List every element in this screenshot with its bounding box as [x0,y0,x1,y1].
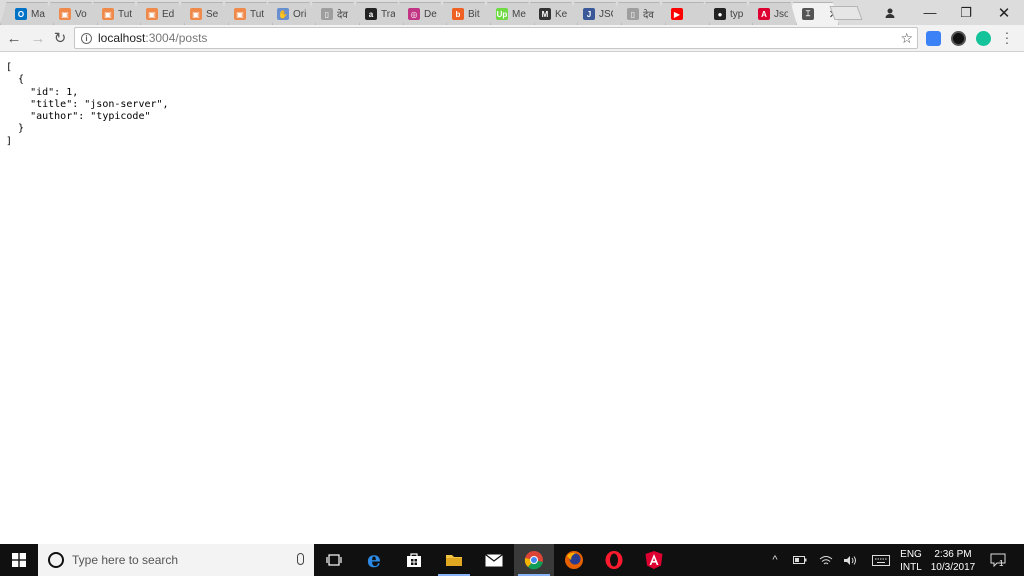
mail-icon[interactable] [474,544,514,576]
bitly-icon: b [452,8,464,20]
close-window-button[interactable]: ✕ [984,0,1024,25]
tab-title: JSO [599,8,613,20]
bookmark-star-icon[interactable]: ☆ [900,30,913,47]
forward-arrow-icon[interactable]: → [28,28,48,48]
tab-title: Tra [381,8,395,20]
extension-dark-icon[interactable] [951,31,966,46]
browser-toolbar: ← → ↻ i localhost :3004/posts ☆ · · · [0,25,1024,52]
clock[interactable]: 2:36 PM 10/3/2017 [928,548,978,574]
hand-icon: ✋ [277,8,289,20]
firefox-icon[interactable] [554,544,594,576]
notification-center-icon[interactable]: 1 [988,544,1008,576]
search-placeholder: Type here to search [72,553,179,567]
jira-icon: J [583,8,595,20]
windows-start-icon[interactable] [0,544,38,576]
upwork-icon: Up [496,8,508,20]
browser-tab[interactable]: O Ma [0,2,54,25]
language-indicator[interactable]: ENG INTL [896,548,926,574]
page-content: [ { "id": 1, "title": "json-server", "au… [6,62,169,148]
task-view-icon[interactable] [314,544,354,576]
angular-icon: A [758,8,770,20]
taskbar-search[interactable]: Type here to search [38,544,314,576]
json-response: [ { "id": 1, "title": "json-server", "au… [6,62,169,147]
clock-date: 10/3/2017 [930,562,976,573]
address-bar[interactable]: i localhost :3004/posts ☆ [74,27,918,49]
tray-chevron-up-icon[interactable]: ^ [768,544,782,576]
page-orange-icon: ▣ [234,8,246,20]
edge-icon[interactable]: e [354,544,394,576]
windows-taskbar: Type here to search e ^ ENG INTL 2:36 PM… [0,544,1024,576]
document-icon: ▯ [627,8,639,20]
tab-title: De [424,8,437,20]
tab-title: Bit [468,8,480,20]
url-path: :3004/posts [145,31,208,45]
new-tab-button[interactable] [829,6,863,20]
angular-app-icon[interactable] [634,544,674,576]
store-icon[interactable] [394,544,434,576]
file-explorer-icon[interactable] [434,544,474,576]
tab-title: Ma [31,8,45,20]
terminal-icon: ⌶ [802,8,814,20]
document-icon: ▯ [321,8,333,20]
microphone-icon[interactable] [297,553,304,565]
clock-time: 2:36 PM [934,549,972,560]
tab-title: Ed [162,8,175,20]
profile-icon[interactable] [870,0,910,25]
tab-title: Tut [118,8,132,20]
reload-icon[interactable]: ↻ [50,28,70,48]
page-orange-icon: ▣ [59,8,71,20]
page-orange-icon: ▣ [146,8,158,20]
tab-title: Me [512,8,526,20]
back-arrow-icon[interactable]: ← [4,28,24,48]
tab-title: Tut [250,8,264,20]
menu-dots-icon[interactable]: · · · [1004,25,1010,49]
chrome-icon[interactable] [514,544,554,576]
tab-title: Ke [555,8,568,20]
tab-strip: ⌶ ✕ A Jso ● typ ▶ ▯ देव J JSO M Ke Up Me b Bit ◎ De a Tra ▯ दे… [0,0,1024,25]
battery-icon[interactable] [792,544,808,576]
volume-icon[interactable] [842,544,858,576]
restore-button[interactable]: ❐ [946,0,986,25]
info-icon[interactable]: i [81,32,92,44]
tab-title: देव [643,10,654,21]
url-host: localhost [98,31,146,45]
language-code: ENG [900,549,922,560]
tab-title: Jso [774,8,788,20]
amazon-icon: a [365,8,377,20]
instagram-icon: ◎ [408,8,420,20]
cortana-icon [48,552,64,568]
tab-title: देव [337,10,348,21]
outlook-icon: O [15,8,27,20]
medium-icon: M [539,8,551,20]
tab-title: Se [206,8,219,20]
extension-analytics-icon[interactable] [926,31,941,46]
tab-title: typ [730,8,744,20]
minimize-button[interactable]: — [910,0,950,25]
keyboard-icon[interactable] [870,544,892,576]
tab-title: Ori [293,8,307,20]
notification-count: 1 [999,559,1004,568]
opera-icon[interactable] [594,544,634,576]
tab-title: Vo [75,8,87,20]
youtube-icon: ▶ [671,8,683,20]
page-orange-icon: ▣ [190,8,202,20]
page-orange-icon: ▣ [102,8,114,20]
wifi-icon[interactable] [818,544,834,576]
keyboard-layout: INTL [900,562,922,573]
github-icon: ● [714,8,726,20]
grammarly-icon[interactable] [976,31,991,46]
